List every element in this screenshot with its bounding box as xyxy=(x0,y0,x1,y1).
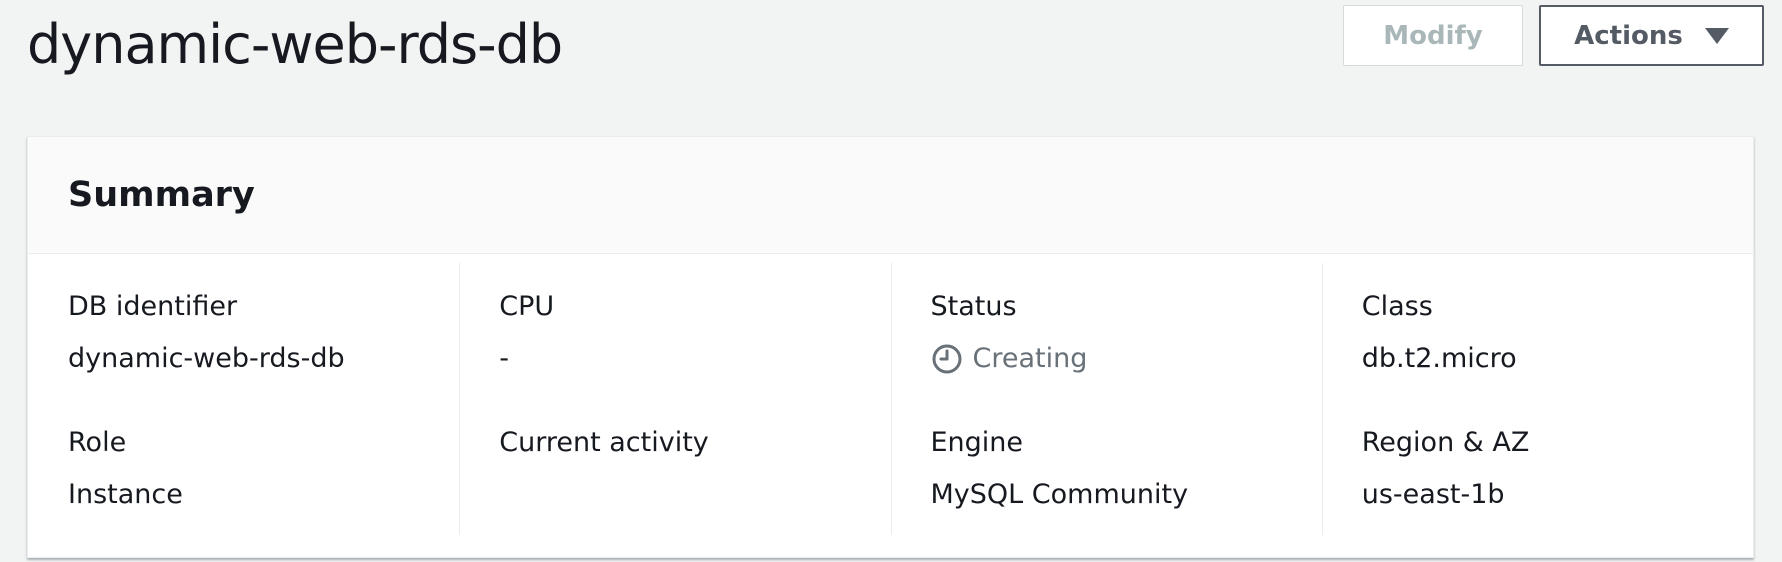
caret-down-icon xyxy=(1704,27,1729,44)
role-label: Role xyxy=(68,427,127,458)
summary-column-4: Class db.t2.micro Region & AZ us-east-1b xyxy=(1321,254,1753,559)
engine-label: Engine xyxy=(930,427,1024,458)
status-text: Creating xyxy=(972,343,1088,374)
summary-column-3: Status Creating Engine MySQL Community xyxy=(890,254,1322,559)
current-activity-value xyxy=(499,478,880,512)
class-value: db.t2.micro xyxy=(1361,343,1517,374)
cpu-label: CPU xyxy=(499,291,555,322)
engine-value: MySQL Community xyxy=(930,479,1189,510)
clock-icon xyxy=(931,343,963,375)
status-label: Status xyxy=(930,291,1017,322)
cpu-value: - xyxy=(499,343,509,374)
db-identifier-field: DB identifier dynamic-web-rds-db xyxy=(68,290,449,376)
modify-button[interactable]: Modify xyxy=(1343,5,1523,66)
page-title: dynamic-web-rds-db xyxy=(27,13,563,76)
current-activity-field: Current activity xyxy=(499,426,880,512)
summary-body: DB identifier dynamic-web-rds-db Role In… xyxy=(28,254,1753,559)
summary-heading: Summary xyxy=(68,175,255,215)
summary-panel: Summary DB identifier dynamic-web-rds-db… xyxy=(27,136,1754,558)
summary-header: Summary xyxy=(28,137,1753,254)
status-value: Creating xyxy=(931,342,1312,376)
region-az-field: Region & AZ us-east-1b xyxy=(1362,426,1743,512)
summary-column-2: CPU - Current activity xyxy=(459,254,890,559)
role-field: Role Instance xyxy=(68,426,449,512)
db-identifier-label: DB identifier xyxy=(68,291,238,322)
region-az-label: Region & AZ xyxy=(1361,427,1530,458)
status-field: Status Creating xyxy=(931,290,1312,376)
actions-dropdown-button[interactable]: Actions xyxy=(1539,5,1764,66)
class-field: Class db.t2.micro xyxy=(1362,290,1743,376)
actions-button-label: Actions xyxy=(1574,20,1683,51)
cpu-field: CPU - xyxy=(499,290,880,376)
modify-button-label: Modify xyxy=(1383,20,1483,51)
current-activity-label: Current activity xyxy=(499,427,709,458)
engine-field: Engine MySQL Community xyxy=(931,426,1312,512)
summary-column-1: DB identifier dynamic-web-rds-db Role In… xyxy=(28,254,459,559)
db-identifier-value: dynamic-web-rds-db xyxy=(68,343,345,374)
class-label: Class xyxy=(1361,291,1433,322)
role-value: Instance xyxy=(68,479,183,510)
region-az-value: us-east-1b xyxy=(1361,479,1505,510)
